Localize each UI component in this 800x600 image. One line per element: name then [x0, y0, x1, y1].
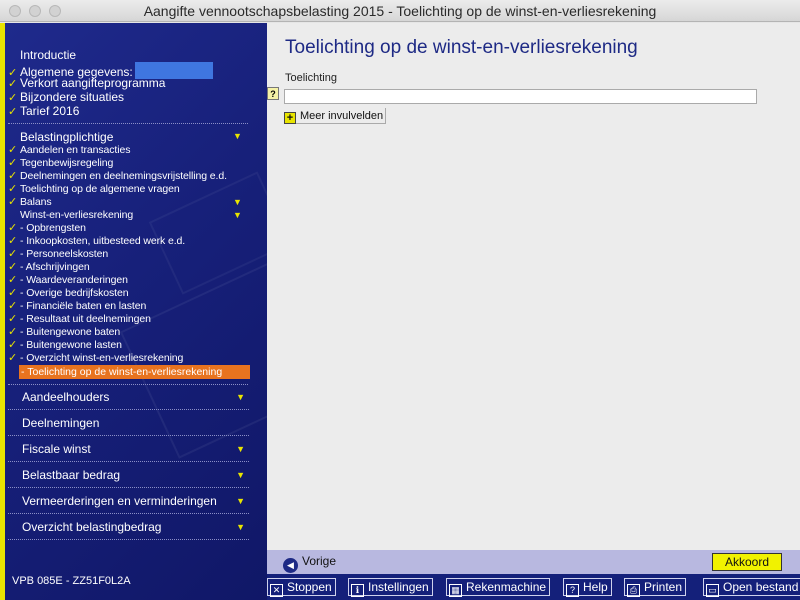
arrow-left-icon: ◀: [283, 558, 298, 573]
close-window-button[interactable]: [9, 5, 21, 17]
chevron-down-icon: ▼: [236, 470, 245, 480]
check-icon: ✓: [8, 339, 18, 351]
check-icon: ✓: [8, 78, 18, 90]
akkoord-button[interactable]: Akkoord: [712, 553, 782, 571]
sidebar-item-toelichting-algemene-vragen[interactable]: ✓ Toelichting op de algemene vragen: [8, 183, 180, 196]
sidebar-item-overzicht-wv[interactable]: ✓ - Overzicht winst-en-verliesrekening: [8, 352, 183, 365]
check-icon: ✓: [8, 248, 18, 260]
sidebar-item-tarief[interactable]: ✓ Tarief 2016: [8, 104, 79, 118]
sidebar-item-bijzondere-situaties[interactable]: ✓ Bijzondere situaties: [8, 90, 124, 104]
check-icon: ✓: [8, 170, 18, 182]
check-icon: ✓: [8, 144, 18, 156]
window-title: Aangifte vennootschapsbelasting 2015 - T…: [143, 3, 657, 19]
page-title: Toelichting op de winst-en-verliesrekeni…: [285, 37, 638, 58]
check-icon: ✓: [8, 287, 18, 299]
check-icon: ✓: [8, 92, 18, 104]
sidebar-item-introductie[interactable]: Introductie: [8, 48, 76, 62]
calculator-icon: ▦: [449, 584, 462, 597]
sidebar-section-deelnemingen[interactable]: Deelnemingen: [8, 410, 249, 436]
sidebar-item-belastingplichtige[interactable]: Belastingplichtige: [8, 130, 113, 144]
check-icon: ✓: [8, 326, 18, 338]
main-panel: Toelichting op de winst-en-verliesrekeni…: [267, 23, 800, 550]
navigation-bar: ◀ Vorige Akkoord: [267, 550, 800, 574]
toelichting-input[interactable]: [284, 89, 757, 104]
plus-icon: +: [284, 112, 296, 124]
sidebar-item-buitengewone-lasten[interactable]: ✓ - Buitengewone lasten: [8, 339, 122, 352]
chevron-down-icon: ▼: [236, 444, 245, 454]
open-file-icon: ▭: [706, 584, 719, 597]
version-label: VPB 085E - ZZ51F0L2A: [12, 575, 131, 587]
sidebar-item-afschrijvingen[interactable]: ✓ - Afschrijvingen: [8, 261, 90, 274]
sidebar-item-financiele-baten[interactable]: ✓ - Financiële baten en lasten: [8, 300, 146, 313]
sidebar-item-resultaat-deelnemingen[interactable]: ✓ - Resultaat uit deelnemingen: [8, 313, 151, 326]
sidebar-item-toelichting-wv-active[interactable]: - Toelichting op de winst-en-verliesreke…: [19, 365, 250, 379]
settings-button[interactable]: ℹ Instellingen: [348, 578, 433, 597]
field-label-toelichting: Toelichting: [285, 72, 337, 84]
sidebar-item-opbrengsten[interactable]: ✓ - Opbrengsten: [8, 222, 86, 235]
chevron-down-icon: ▼: [233, 197, 242, 207]
calculator-button[interactable]: ▦ Rekenmachine: [446, 578, 551, 597]
check-icon: ✓: [8, 352, 18, 364]
check-icon: ✓: [8, 235, 18, 247]
check-icon: ✓: [8, 183, 18, 195]
printer-icon: ⎙: [627, 584, 640, 597]
sidebar-item-verkort-aangifteprogramma[interactable]: ✓ Verkort aangifteprogramma: [8, 76, 165, 90]
sidebar-item-buitengewone-baten[interactable]: ✓ - Buitengewone baten: [8, 326, 120, 339]
sidebar: Introductie ✓ Algemene gegevens: ✓ Verkort…: [0, 23, 267, 600]
sidebar-section-aandeelhouders[interactable]: Aandeelhouders ▼: [8, 384, 249, 410]
check-icon: ✓: [8, 196, 18, 208]
sidebar-item-algemene-gegevens[interactable]: ✓ Algemene gegevens:: [8, 62, 213, 79]
window-titlebar: Aangifte vennootschapsbelasting 2015 - T…: [0, 0, 800, 22]
chevron-down-icon: ▼: [233, 131, 242, 141]
sidebar-item-inkoopkosten[interactable]: ✓ - Inkoopkosten, uitbesteed werk e.d.: [8, 235, 185, 248]
sidebar-divider: [8, 123, 248, 124]
minimize-window-button[interactable]: [29, 5, 41, 17]
back-button[interactable]: ◀ Vorige: [283, 553, 336, 573]
sidebar-accent-strip: [0, 23, 5, 600]
check-icon: ✓: [8, 261, 18, 273]
sidebar-item-aandelen[interactable]: ✓ Aandelen en transacties: [8, 144, 130, 157]
sidebar-item-personeelskosten[interactable]: ✓ - Personeelskosten: [8, 248, 108, 261]
check-icon: ✓: [8, 222, 18, 234]
chevron-down-icon: ▼: [236, 496, 245, 506]
help-icon[interactable]: ?: [267, 87, 279, 100]
check-icon: ✓: [8, 157, 18, 169]
bottom-toolbar: ✕ Stoppen ℹ Instellingen ▦ Rekenmachine ? He…: [267, 574, 800, 600]
sidebar-section-fiscale-winst[interactable]: Fiscale winst ▼: [8, 436, 249, 462]
help-button[interactable]: ? Help: [563, 578, 612, 597]
sidebar-item-waardeveranderingen[interactable]: ✓ - Waardeveranderingen: [8, 274, 128, 287]
chevron-down-icon: ▼: [236, 522, 245, 532]
sidebar-section-overzicht-belastingbedrag[interactable]: Overzicht belastingbedrag ▼: [8, 514, 249, 540]
sidebar-item-balans[interactable]: ✓ Balans: [8, 196, 52, 209]
sidebar-item-winst-en-verliesrekening[interactable]: Winst-en-verliesrekening: [8, 209, 133, 222]
print-button[interactable]: ⎙ Printen: [624, 578, 687, 597]
more-fields-button[interactable]: + Meer invulvelden: [284, 108, 387, 124]
check-icon: ✓: [8, 300, 18, 312]
stop-button[interactable]: ✕ Stoppen: [267, 578, 336, 597]
open-file-button[interactable]: ▭ Open bestand: [703, 578, 800, 597]
sidebar-item-overige-bedrijfskosten[interactable]: ✓ - Overige bedrijfskosten: [8, 287, 129, 300]
chevron-down-icon: ▼: [233, 210, 242, 220]
sidebar-item-tegenbewijsregeling[interactable]: ✓ Tegenbewijsregeling: [8, 157, 113, 170]
check-icon: ✓: [8, 274, 18, 286]
check-icon: ✓: [8, 313, 18, 325]
sidebar-section-belastbaar-bedrag[interactable]: Belastbaar bedrag ▼: [8, 462, 249, 488]
sidebar-section-vermeerderingen[interactable]: Vermeerderingen en verminderingen ▼: [8, 488, 249, 514]
chevron-down-icon: ▼: [236, 392, 245, 402]
help-icon: ?: [566, 584, 579, 597]
stop-icon: ✕: [270, 584, 283, 597]
settings-icon: ℹ: [351, 584, 364, 597]
sidebar-item-deelnemingen-vrijstelling[interactable]: ✓ Deelnemingen en deelnemingsvrijstelling…: [8, 170, 227, 183]
zoom-window-button[interactable]: [49, 5, 61, 17]
check-icon: ✓: [8, 106, 18, 118]
